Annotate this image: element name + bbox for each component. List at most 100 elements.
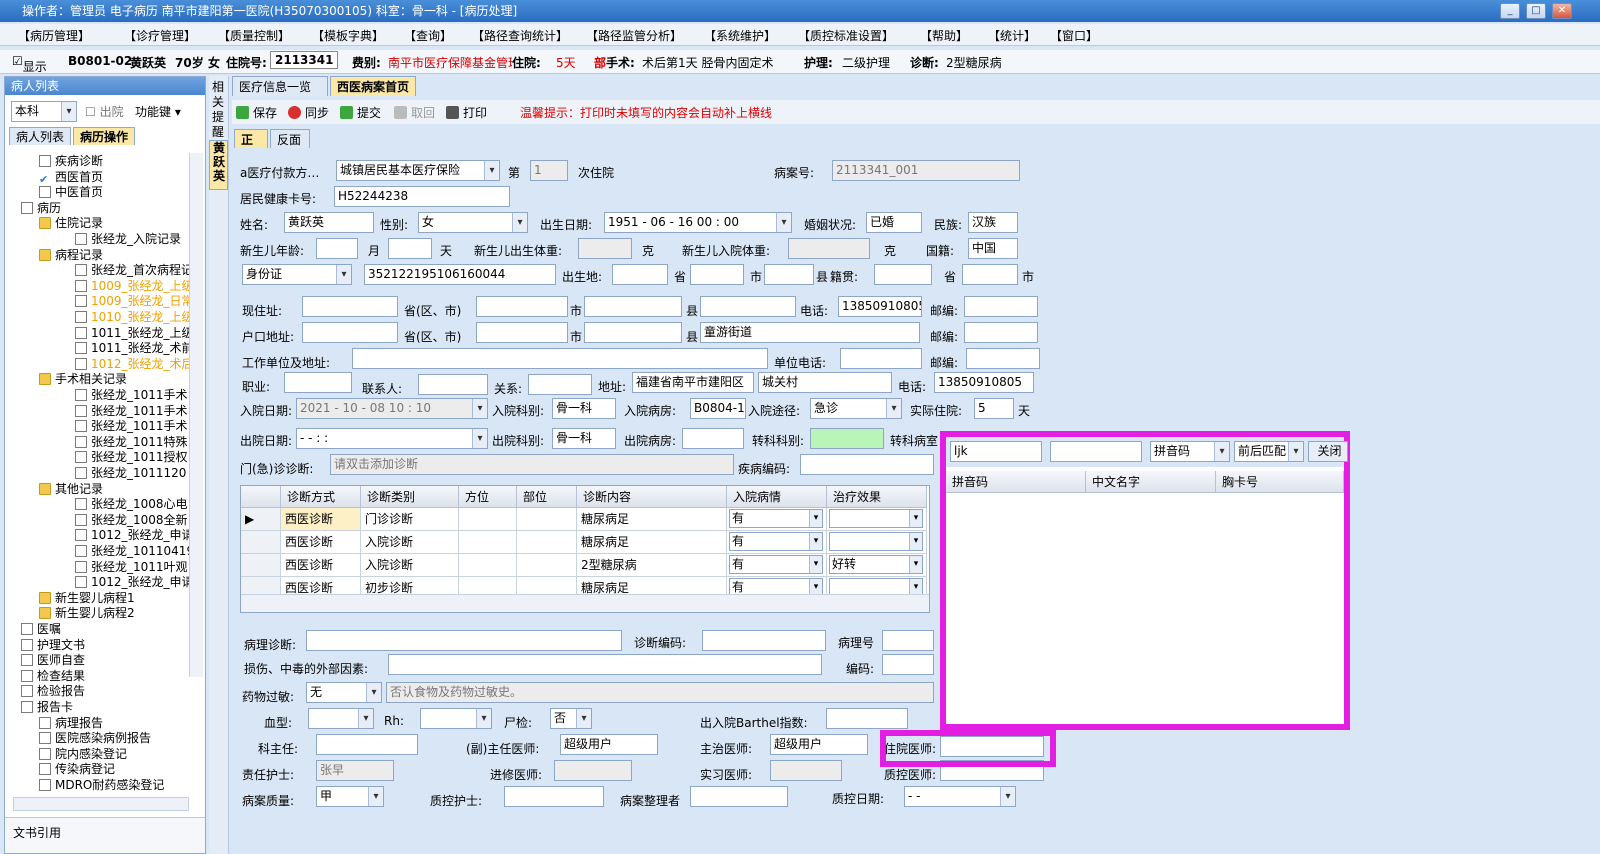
tree-item[interactable]: 张经龙_10110419	[75, 543, 193, 559]
attending-field[interactable]: 超级用户	[770, 734, 868, 755]
chief-doctor-field[interactable]: 超级用户	[560, 734, 658, 755]
contact-village-field[interactable]: 城关村	[758, 372, 892, 393]
search-mode-select[interactable]: 拼音码	[1150, 441, 1230, 462]
admit-ward-field[interactable]: B0804-1	[690, 398, 746, 419]
qc-nurse-field[interactable]	[504, 786, 604, 807]
discharge-ward-field[interactable]	[682, 428, 744, 449]
native-province-field[interactable]	[874, 264, 932, 285]
advanced-doctor-field[interactable]	[554, 760, 632, 781]
tab-back[interactable]: 反面	[270, 129, 310, 149]
case-no-field[interactable]: 2113341_001	[832, 160, 1020, 181]
grid-cell[interactable]: 西医诊断	[281, 508, 361, 531]
address-province-field[interactable]	[302, 296, 398, 317]
allergy-note-field[interactable]: 否认食物及药物过敏史。	[386, 682, 934, 703]
menu-item-4[interactable]: 【查询】	[404, 27, 452, 44]
birth-date-field[interactable]: 1951 - 06 - 16 00 : 00	[604, 212, 792, 233]
relation-field[interactable]	[528, 374, 592, 395]
treatment-effect-select[interactable]	[829, 532, 923, 551]
intern-field[interactable]	[770, 760, 842, 781]
grid-cell[interactable]	[459, 531, 517, 554]
save-button[interactable]: 保存	[236, 104, 277, 121]
newborn-admit-weight-field[interactable]	[788, 238, 870, 259]
tab-patient-list[interactable]: 病人列表	[9, 127, 72, 145]
admit-date-field[interactable]: 2021 - 10 - 08 10 : 10	[296, 398, 488, 419]
tab-front[interactable]: 正面	[234, 129, 268, 167]
tree-item[interactable]: 其他记录	[39, 481, 103, 497]
tree-item[interactable]: 手术相关记录	[39, 371, 127, 387]
menu-item-9[interactable]: 【帮助】	[920, 27, 968, 44]
tree-item[interactable]: 张经龙_入院记录	[75, 231, 181, 247]
discharged-checkbox[interactable]: ☐ 出院	[85, 103, 124, 120]
related-reminder-tab[interactable]: 相关提醒	[212, 80, 226, 140]
grid-row-header[interactable]: ▶	[241, 508, 281, 531]
tree-item[interactable]: ✔ 西医首页	[39, 169, 103, 186]
grid-cell[interactable]: 西医诊断	[281, 554, 361, 577]
grid-horizontal-scrollbar[interactable]	[241, 594, 929, 612]
menu-item-7[interactable]: 【系统维护】	[704, 27, 776, 44]
match-mode-select[interactable]: 前后匹配	[1234, 441, 1304, 462]
director-field[interactable]	[316, 734, 418, 755]
rh-select[interactable]	[420, 708, 492, 729]
hukou-street-field[interactable]: 童游街道	[700, 322, 920, 343]
tree-item[interactable]: 1009_张经龙_上级	[75, 278, 193, 294]
grid-col-header[interactable]: 部位	[517, 486, 577, 508]
grid-cell[interactable]: 糖尿病足	[577, 508, 727, 531]
contact-phone-field[interactable]: 13850910805	[934, 372, 1034, 393]
pay-method-select[interactable]: 城镇居民基本医疗保险	[336, 160, 500, 181]
grid-row-header[interactable]	[241, 531, 281, 554]
tree-item[interactable]: 1012_张经龙_申请	[75, 574, 193, 590]
discharge-dept-field[interactable]: 骨一科	[552, 428, 616, 449]
birthplace-county-field[interactable]	[764, 264, 814, 285]
tree-item[interactable]: 检查结果	[21, 668, 85, 684]
tree-item[interactable]: 病程记录	[39, 247, 103, 263]
tree-item[interactable]: 新生婴儿病程2	[39, 605, 135, 621]
grid-col-header[interactable]: 诊断方式	[281, 486, 361, 508]
close-window-button[interactable]: ✕	[1552, 3, 1572, 19]
newborn-month-field[interactable]	[388, 238, 432, 259]
menu-item-2[interactable]: 【质量控制】	[218, 27, 290, 44]
retrieve-button[interactable]: 取回	[394, 104, 435, 121]
menu-item-11[interactable]: 【窗口】	[1050, 27, 1098, 44]
tree-horizontal-scrollbar[interactable]	[13, 797, 189, 811]
grid-cell[interactable]: 有	[727, 554, 827, 577]
tree-item[interactable]: 传染病登记	[39, 761, 115, 777]
tree-item[interactable]: 医院感染病例报告	[39, 730, 151, 746]
diagnosis-code-field[interactable]	[702, 630, 826, 651]
pathology-no-field[interactable]	[882, 630, 934, 651]
hukou-province-field[interactable]	[302, 322, 398, 343]
grid-cell[interactable]: 有	[727, 508, 827, 531]
disease-code-field[interactable]	[800, 454, 934, 475]
work-phone-field[interactable]	[840, 348, 922, 369]
er-diagnosis-field[interactable]: 请双击添加诊断	[330, 454, 734, 475]
tree-item[interactable]: 医师自查	[21, 652, 85, 668]
menu-item-6[interactable]: 【路径监管分析】	[586, 27, 682, 44]
popup-col-pinyin[interactable]: 拼音码	[946, 471, 1086, 493]
tree-item[interactable]: 检验报告	[21, 683, 85, 699]
grid-cell[interactable]	[459, 554, 517, 577]
newborn-weight-field[interactable]	[578, 238, 632, 259]
print-button[interactable]: 打印	[446, 104, 487, 121]
admit-way-select[interactable]: 急诊	[810, 398, 902, 419]
secondary-search-input[interactable]	[1050, 441, 1142, 462]
work-address-field[interactable]	[352, 348, 768, 369]
grid-cell[interactable]	[517, 531, 577, 554]
tab-record-operations[interactable]: 病历操作	[73, 127, 136, 145]
tree-item[interactable]: 护理文书	[21, 637, 85, 653]
phone-field[interactable]: 13850910805	[838, 296, 922, 317]
zip3-field[interactable]	[966, 348, 1040, 369]
quality-select[interactable]: 甲	[316, 786, 384, 807]
grid-cell[interactable]: 西医诊断	[281, 531, 361, 554]
pinyin-search-input[interactable]: ljk	[950, 441, 1042, 462]
address-city-field[interactable]	[476, 296, 568, 317]
tree-item[interactable]: 病理报告	[39, 715, 103, 731]
birthplace-province-field[interactable]	[612, 264, 668, 285]
tree-item[interactable]: 张经龙_首次病程记	[75, 262, 193, 278]
menu-item-1[interactable]: 【诊疗管理】	[124, 27, 196, 44]
admit-dept-field[interactable]: 骨一科	[552, 398, 616, 419]
tree-item[interactable]: 报告卡	[21, 699, 73, 715]
grid-cell[interactable]: 有	[727, 531, 827, 554]
marital-field[interactable]: 已婚	[866, 212, 922, 233]
tree-item[interactable]: 1012_张经龙_申请	[75, 527, 193, 543]
grid-cell[interactable]: 入院诊断	[361, 531, 459, 554]
tree-item[interactable]: 张经龙_1011手术	[75, 387, 188, 403]
